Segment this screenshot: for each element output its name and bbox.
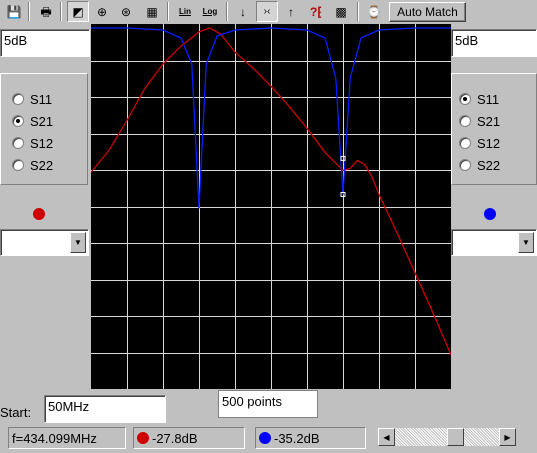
help-icon[interactable]: ?⁅ xyxy=(305,1,327,22)
print-icon[interactable]: 🖶 xyxy=(35,1,57,22)
red-marker-icon xyxy=(137,432,149,444)
scroll-left-icon[interactable]: ◀ xyxy=(378,428,395,446)
radio-button[interactable] xyxy=(12,115,24,127)
left-readout-value: -27.8dB xyxy=(152,430,198,446)
left-radio-s11[interactable]: S11 xyxy=(12,91,52,107)
left-scale-field[interactable]: 5dB xyxy=(0,29,90,57)
frequency-readout: f=434.099MHz xyxy=(8,427,126,449)
left-param-label: S11 xyxy=(30,91,53,107)
right-trace-select[interactable]: ▼ xyxy=(451,229,537,256)
chart-view-icon[interactable]: ◩ xyxy=(67,1,89,22)
right-param-group: S11 S21 S12 S22 xyxy=(451,73,537,185)
chevron-down-icon[interactable]: ▼ xyxy=(518,232,534,253)
chevron-down-icon[interactable]: ▼ xyxy=(70,232,86,253)
scroll-right-icon[interactable]: ▶ xyxy=(499,428,516,446)
left-trace-select[interactable]: ▼ xyxy=(0,229,89,256)
left-param-label: S12 xyxy=(30,135,54,151)
sparameter-plot[interactable] xyxy=(91,24,451,389)
radio-button[interactable] xyxy=(12,159,24,171)
frequency-scrollbar[interactable]: ◀ ▶ xyxy=(378,428,516,446)
left-param-group: S11 S21 S12 S22 xyxy=(0,73,88,185)
arrow-up-icon[interactable]: ↑ xyxy=(280,1,302,22)
start-frequency-field[interactable]: 50MHz xyxy=(44,395,166,423)
points-field[interactable]: 500 points xyxy=(218,390,318,418)
radio-button[interactable] xyxy=(12,137,24,149)
right-param-label: S21 xyxy=(477,113,501,129)
right-param-label: S12 xyxy=(477,135,501,151)
right-readout-value: -35.2dB xyxy=(274,430,320,446)
right-radio-s22[interactable]: S22 xyxy=(459,157,500,173)
radio-button[interactable] xyxy=(459,93,471,105)
radio-button[interactable] xyxy=(459,159,471,171)
lin-scale-button[interactable]: Lin xyxy=(174,1,196,22)
right-param-label: S11 xyxy=(477,91,500,107)
right-param-label: S22 xyxy=(477,157,501,173)
right-radio-s21[interactable]: S21 xyxy=(459,113,500,129)
right-radio-s11[interactable]: S11 xyxy=(459,91,499,107)
smith-chart-icon[interactable]: ⊕ xyxy=(91,1,113,22)
log-label: Log xyxy=(202,6,218,16)
grid-icon[interactable]: ▩ xyxy=(330,1,352,22)
right-radio-s12[interactable]: S12 xyxy=(459,135,500,151)
toolbar-separator xyxy=(60,2,62,21)
arrow-down-icon[interactable]: ↓ xyxy=(232,1,254,22)
blue-marker-icon xyxy=(259,432,271,444)
timer-icon[interactable]: ⌚ xyxy=(363,1,385,22)
right-trace-color-marker xyxy=(484,208,496,220)
left-radio-s12[interactable]: S12 xyxy=(12,135,53,151)
left-radio-s21[interactable]: S21 xyxy=(12,113,53,129)
left-readout-cell: -27.8dB xyxy=(133,427,245,449)
auto-match-button[interactable]: Auto Match xyxy=(389,2,466,22)
left-param-label: S21 xyxy=(30,113,54,129)
table-icon[interactable]: ▦ xyxy=(141,1,163,22)
toolbar-separator xyxy=(226,2,228,21)
polar-chart-icon[interactable]: ⊛ xyxy=(115,1,137,22)
log-scale-button[interactable]: Log xyxy=(199,1,221,22)
scrollbar-thumb[interactable] xyxy=(447,428,465,446)
radio-button[interactable] xyxy=(459,137,471,149)
radio-button[interactable] xyxy=(459,115,471,127)
right-readout-cell: -35.2dB xyxy=(255,427,366,449)
left-radio-s22[interactable]: S22 xyxy=(12,157,53,173)
toolbar-separator xyxy=(357,2,359,21)
lin-label: Lin xyxy=(179,6,191,16)
left-trace-color-marker xyxy=(33,208,45,220)
toolbar-separator xyxy=(28,2,30,21)
save-icon[interactable]: 💾 xyxy=(3,1,25,22)
toolbar: 💾 🖶 ◩ ⊕ ⊛ ▦ Lin Log ↓ ›‹ ↑ ?⁅ ▩ ⌚ Auto M… xyxy=(0,0,537,24)
toolbar-separator xyxy=(167,2,169,21)
narrow-icon[interactable]: ›‹ xyxy=(256,1,278,22)
right-scale-field[interactable]: 5dB xyxy=(451,29,537,57)
radio-button[interactable] xyxy=(12,93,24,105)
start-label: Start: xyxy=(0,405,32,420)
left-param-label: S22 xyxy=(30,157,54,173)
